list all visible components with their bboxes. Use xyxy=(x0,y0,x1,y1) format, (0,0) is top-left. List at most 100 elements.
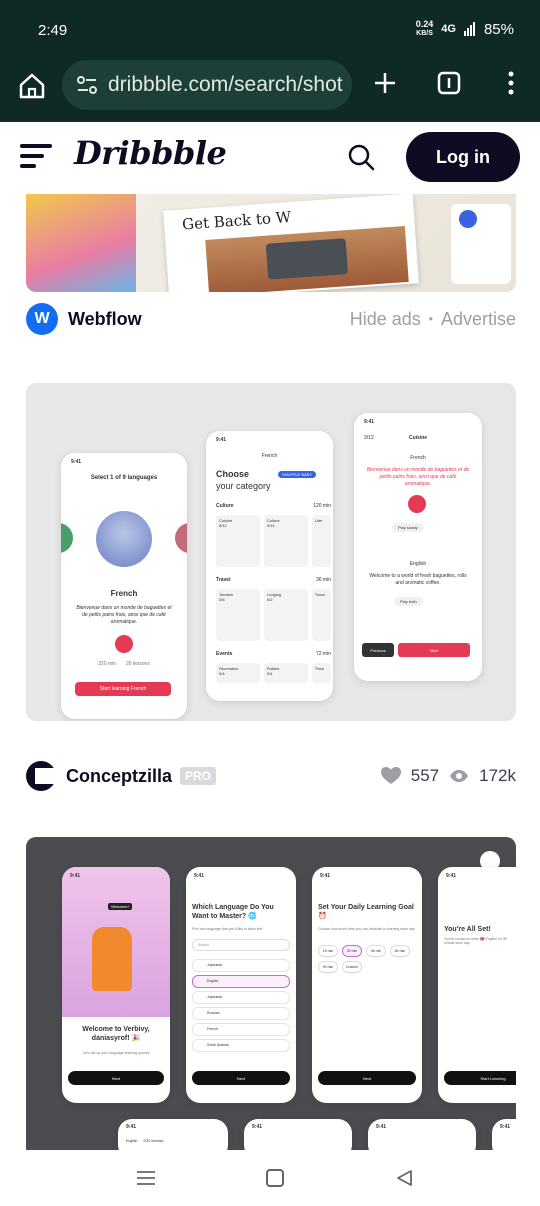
network-speed: 0.24 KB/S xyxy=(416,20,434,38)
verbivy-phone-1: 9:41 Welcome! Welcome to Verbivy, danias… xyxy=(62,867,170,1103)
bottom1-row: English 0/30 minutes xyxy=(126,1139,164,1143)
tile-count: 0/4 xyxy=(266,671,273,676)
network-type: 4G xyxy=(441,23,456,35)
verbivy-phone-bottom-2: 9:41 xyxy=(244,1119,352,1150)
status-bar: 2:49 0.24 KB/S 4G 85% xyxy=(0,0,540,58)
phone2-lang: French xyxy=(261,453,278,459)
phone2-shuffle-chip: SHUFFLE BABY xyxy=(278,471,317,478)
bottom3-time: 9:41 xyxy=(376,1124,387,1130)
back-icon[interactable] xyxy=(395,1169,413,1187)
hide-ads-link[interactable]: Hide ads xyxy=(350,309,421,330)
search-icon[interactable] xyxy=(346,142,376,172)
author-name[interactable]: Conceptzilla xyxy=(66,766,172,787)
section-name: Culture xyxy=(216,503,234,509)
phone3-english-text: Welcome to a world of fresh baguettes, r… xyxy=(369,573,467,586)
verbivy-phone-3: 9:41 Set Your Daily Learning Goal ⏰ Choo… xyxy=(312,867,422,1103)
phone1-play-button xyxy=(115,635,133,653)
signal-icon xyxy=(463,22,475,36)
p1-next-button: Next xyxy=(68,1071,164,1085)
p2-lang-list: Japanese English Japanese Russian French… xyxy=(192,959,290,1055)
lang-option: Japanese xyxy=(192,959,290,972)
p2-title: Which Language Do You Want to Master? 🌐 xyxy=(192,904,274,920)
ad-brand-name[interactable]: Webflow xyxy=(68,309,142,330)
bottom4-time: 9:41 xyxy=(500,1124,511,1130)
site-settings-icon[interactable] xyxy=(76,74,98,96)
separator-dot: • xyxy=(428,312,433,326)
system-nav-bar xyxy=(0,1150,540,1206)
mockup-phone-1: 9:41 Select 1 of 9 languages French Bien… xyxy=(61,453,187,719)
tile: Parties 0/4 xyxy=(263,663,308,683)
section-tiles: Cuisine 8/12 Culture 0/14 Liter xyxy=(216,515,331,567)
battery-level: 85% xyxy=(483,20,514,38)
verbivy-phone-bottom-1: 9:41 English 0/30 minutes xyxy=(118,1119,228,1150)
section-header: Travel 36 min xyxy=(216,577,331,583)
home-icon[interactable] xyxy=(16,70,48,102)
p4-sub: You've chosen to learn 🇬🇧 English for 30… xyxy=(444,937,507,945)
phone3-play-both: Play both xyxy=(394,597,423,606)
bottom1-time: 9:41 xyxy=(126,1124,137,1130)
bottom1-lang: English xyxy=(126,1139,138,1143)
login-button[interactable]: Log in xyxy=(406,132,520,182)
mockup-phone-3: 9:41 3/12 Cuisine French Bienvenue dans … xyxy=(354,413,482,681)
tile-label: Thea xyxy=(314,666,324,671)
p4-start-button: Start Learning xyxy=(444,1071,516,1085)
lang-option: French xyxy=(192,1023,290,1036)
section-name: Events xyxy=(216,651,233,657)
tile: Trans xyxy=(311,589,331,641)
section-header: Culture 120 min xyxy=(216,503,331,509)
address-bar[interactable]: dribbble.com/search/shot xyxy=(62,60,352,110)
shot-thumbnail-conceptzilla[interactable]: 9:41 Select 1 of 9 languages French Bien… xyxy=(26,383,516,721)
section-tiles: Tourism 0/6 Lodging 0/2 Trans xyxy=(216,589,331,641)
tile: Thea xyxy=(311,663,331,683)
p3-time: 9:41 xyxy=(320,873,331,879)
tile-count: 0/2 xyxy=(266,597,273,602)
phone3-previous: Previous xyxy=(362,643,394,657)
shot-thumbnail-verbivy[interactable]: 9:41 Welcome! Welcome to Verbivy, danias… xyxy=(26,837,516,1150)
bottom1-duration: 0/30 minutes xyxy=(143,1139,164,1143)
conceptzilla-avatar[interactable] xyxy=(26,761,56,791)
phone1-cta: Start learning French xyxy=(75,682,171,696)
section-time: 72 min xyxy=(315,651,331,657)
tile-count: 0/6 xyxy=(219,597,225,602)
phone3-next: Next xyxy=(398,643,470,657)
tab-switcher-icon[interactable] xyxy=(434,68,464,98)
hamburger-menu-icon[interactable] xyxy=(20,144,52,170)
dribbble-logo[interactable]: Dribbble xyxy=(74,134,227,172)
goal-option: 60 min xyxy=(390,945,410,957)
section-name: Travel xyxy=(216,577,231,583)
prev-lang-illustration xyxy=(61,523,73,553)
speed-unit: KB/S xyxy=(416,30,433,37)
ad-image[interactable]: Get Back to W xyxy=(26,194,516,292)
verbivy-phone-bottom-4: 9:41 xyxy=(492,1119,516,1150)
p1-sub: Let's set up your language learning jour… xyxy=(82,1051,150,1055)
recent-apps-icon[interactable] xyxy=(137,1170,155,1186)
shot-stats: 557 172k xyxy=(380,766,516,786)
next-lang-illustration xyxy=(175,523,187,553)
shot-meta-row: Conceptzilla PRO 557 172k xyxy=(26,758,516,794)
phone2-time: 9:41 xyxy=(216,437,227,443)
views-count: 172k xyxy=(479,766,516,785)
lang-option: Japanese xyxy=(192,991,290,1004)
p2-search-field: Search xyxy=(192,939,290,951)
ad-image-avatar xyxy=(459,210,477,228)
phone1-lessons: 26 lessons xyxy=(125,661,150,667)
p3-options: 15 min 30 min 45 min 60 min 90 min Custo… xyxy=(318,945,418,973)
goal-option: Custom xyxy=(342,961,362,973)
section-time: 36 min xyxy=(315,577,331,583)
section-culture: Culture 120 min Cuisine 8/12 Culture 0/14 L… xyxy=(216,503,331,577)
phone2-heading1: Choose xyxy=(216,469,250,479)
section-tiles: Recreation 0/4 Parties 0/4 Thea xyxy=(216,663,331,683)
eye-icon xyxy=(450,770,469,782)
advertise-link[interactable]: Advertise xyxy=(441,309,516,330)
webflow-logo[interactable]: W xyxy=(26,303,58,335)
heart-icon[interactable] xyxy=(380,767,401,785)
p4-time: 9:41 xyxy=(446,873,457,879)
phone2-heading2: your category xyxy=(216,481,271,491)
section-header: Events 72 min xyxy=(216,651,331,657)
p3-next-button: Next xyxy=(318,1071,416,1085)
goal-option-selected: 30 min xyxy=(342,945,362,957)
plus-icon[interactable] xyxy=(370,68,400,98)
home-nav-icon[interactable] xyxy=(266,1169,284,1187)
tile-label: Trans xyxy=(314,592,325,597)
more-vert-icon[interactable] xyxy=(496,68,526,98)
